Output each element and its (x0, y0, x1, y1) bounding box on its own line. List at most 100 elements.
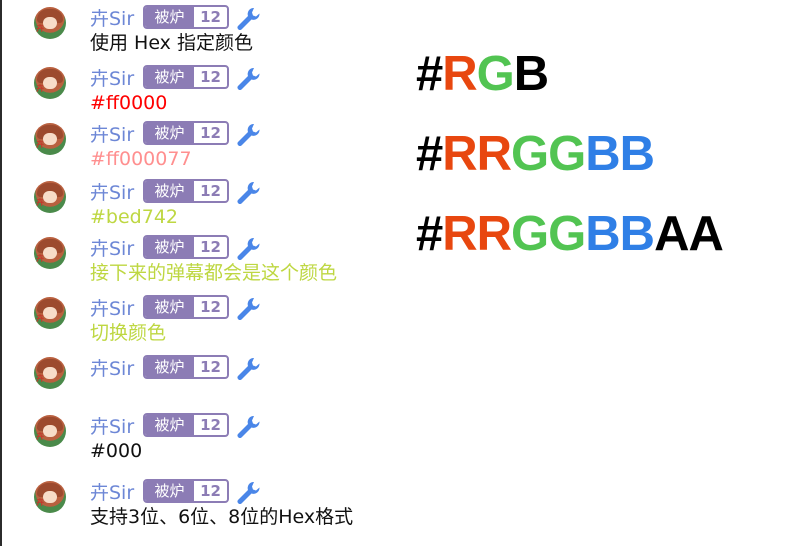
medal-level: 12 (200, 124, 221, 142)
chat-message: 卉 卉Sir 被炉 12 (34, 352, 414, 404)
message-text: 切换颜色 (90, 322, 167, 344)
legend-line: #RRGGBB (416, 126, 655, 182)
chat-message: 卉 卉Sir 被炉 12 #ff0000 (34, 62, 414, 114)
medal-level: 12 (200, 482, 221, 500)
chat-message: 卉 卉Sir 被炉 12 #ff000077 (34, 118, 414, 170)
chat-message: 卉 卉Sir 被炉 12 切换颜色 (34, 292, 414, 344)
message-text: #000 (90, 440, 143, 462)
message-text: 接下来的弹幕都会是这个颜色 (90, 262, 338, 284)
avatar[interactable]: 卉 (34, 123, 66, 155)
username[interactable]: 卉Sir (90, 66, 134, 92)
fan-medal-badge[interactable]: 被炉 12 (143, 5, 229, 29)
medal-level: 12 (200, 298, 221, 316)
medal-level: 12 (200, 238, 221, 256)
medal-level: 12 (200, 416, 221, 434)
avatar-face (43, 247, 57, 259)
avatar[interactable]: 卉 (34, 297, 66, 329)
legend-segment: RR (442, 127, 512, 181)
username[interactable]: 卉Sir (90, 236, 134, 262)
avatar-tag: 卉 (36, 198, 44, 207)
username[interactable]: 卉Sir (90, 180, 134, 206)
avatar-tag: 卉 (36, 24, 44, 33)
avatar-tag: 卉 (36, 254, 44, 263)
medal-name: 被炉 (145, 123, 194, 143)
fan-medal-badge[interactable]: 被炉 12 (143, 413, 229, 437)
legend-segment: # (416, 127, 443, 181)
avatar[interactable]: 卉 (34, 357, 66, 389)
username[interactable]: 卉Sir (90, 122, 134, 148)
legend-line: #RGB (416, 46, 549, 102)
username[interactable]: 卉Sir (90, 296, 134, 322)
medal-level: 12 (200, 358, 221, 376)
legend-line: #RRGGBBAA (416, 206, 724, 262)
avatar-tag: 卉 (36, 140, 44, 149)
message-text: #ff000077 (90, 148, 192, 170)
username[interactable]: 卉Sir (90, 480, 134, 506)
legend-segment: BB (585, 207, 655, 261)
message-text: 使用 Hex 指定颜色 (90, 32, 253, 54)
avatar-tag: 卉 (36, 432, 44, 441)
fan-medal-badge[interactable]: 被炉 12 (143, 235, 229, 259)
wrench-icon (237, 67, 260, 90)
avatar-face (43, 307, 57, 319)
chat-message: 卉 卉Sir 被炉 12 #bed742 (34, 176, 414, 228)
avatar-face (43, 425, 57, 437)
medal-name: 被炉 (145, 481, 194, 501)
medal-name: 被炉 (145, 7, 194, 27)
avatar[interactable]: 卉 (34, 481, 66, 513)
wrench-icon (237, 481, 260, 504)
avatar[interactable]: 卉 (34, 7, 66, 39)
avatar-face (43, 191, 57, 203)
chat-message: 卉 卉Sir 被炉 12 支持3位、6位、8位的Hex格式 (34, 476, 414, 528)
legend-segment: GG (511, 127, 586, 181)
message-text: #bed742 (90, 206, 178, 228)
fan-medal-badge[interactable]: 被炉 12 (143, 179, 229, 203)
fan-medal-badge[interactable]: 被炉 12 (143, 479, 229, 503)
username[interactable]: 卉Sir (90, 356, 134, 382)
username[interactable]: 卉Sir (90, 6, 134, 32)
chat-message: 卉 卉Sir 被炉 12 使用 Hex 指定颜色 (34, 2, 414, 54)
medal-name: 被炉 (145, 237, 194, 257)
avatar[interactable]: 卉 (34, 415, 66, 447)
legend-segment: G (476, 47, 515, 101)
medal-level: 12 (200, 68, 221, 86)
medal-level: 12 (200, 8, 221, 26)
wrench-icon (237, 123, 260, 146)
avatar-tag: 卉 (36, 498, 44, 507)
wrench-icon (237, 357, 260, 380)
wrench-icon (237, 7, 260, 30)
avatar[interactable]: 卉 (34, 181, 66, 213)
legend-segment: # (416, 207, 443, 261)
message-text: 支持3位、6位、8位的Hex格式 (90, 506, 354, 528)
fan-medal-badge[interactable]: 被炉 12 (143, 355, 229, 379)
left-divider-line (0, 0, 2, 546)
legend-segment: R (442, 47, 477, 101)
avatar[interactable]: 卉 (34, 237, 66, 269)
chat-message: 卉 卉Sir 被炉 12 #000 (34, 410, 414, 462)
avatar[interactable]: 卉 (34, 67, 66, 99)
fan-medal-badge[interactable]: 被炉 12 (143, 295, 229, 319)
chat-message: 卉 卉Sir 被炉 12 接下来的弹幕都会是这个颜色 (34, 232, 414, 284)
avatar-tag: 卉 (36, 374, 44, 383)
fan-medal-badge[interactable]: 被炉 12 (143, 121, 229, 145)
avatar-face (43, 77, 57, 89)
legend-segment: AA (654, 207, 724, 261)
fan-medal-badge[interactable]: 被炉 12 (143, 65, 229, 89)
medal-name: 被炉 (145, 181, 194, 201)
medal-name: 被炉 (145, 67, 194, 87)
legend-segment: B (513, 47, 549, 101)
medal-name: 被炉 (145, 357, 194, 377)
wrench-icon (237, 181, 260, 204)
username[interactable]: 卉Sir (90, 414, 134, 440)
wrench-icon (237, 237, 260, 260)
message-text: #ff0000 (90, 92, 168, 114)
medal-name: 被炉 (145, 415, 194, 435)
wrench-icon (237, 297, 260, 320)
legend-segment: BB (585, 127, 655, 181)
medal-name: 被炉 (145, 297, 194, 317)
avatar-tag: 卉 (36, 314, 44, 323)
legend-segment: RR (442, 207, 512, 261)
avatar-face (43, 367, 57, 379)
wrench-icon (237, 415, 260, 438)
legend-segment: GG (511, 207, 586, 261)
